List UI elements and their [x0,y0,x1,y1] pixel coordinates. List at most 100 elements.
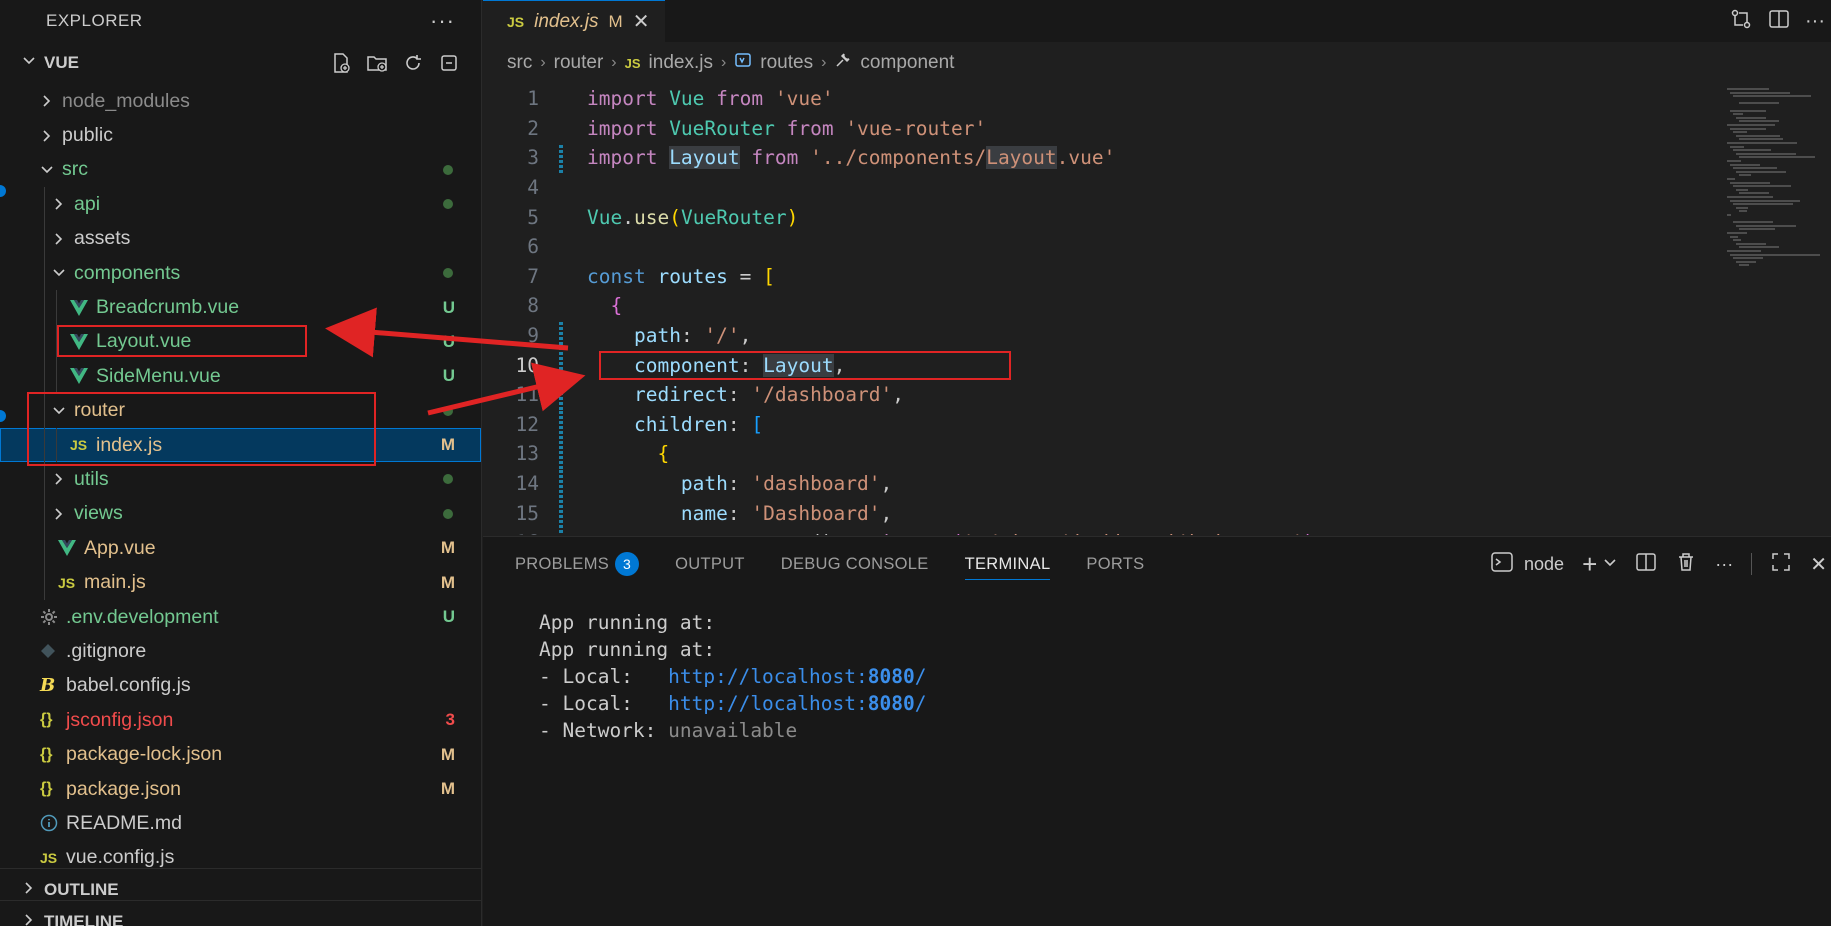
more-actions-icon[interactable]: ··· [1805,10,1825,33]
gear-icon [40,608,66,626]
code-line[interactable]: 14 path: 'dashboard', [483,468,1713,499]
new-file-icon[interactable] [329,51,353,75]
indent-guide [44,324,45,360]
new-terminal-icon[interactable]: + [1582,549,1597,580]
panel-tab-ports[interactable]: PORTS [1086,537,1144,591]
close-panel-icon[interactable]: ✕ [1810,552,1827,577]
code-line[interactable]: 2 import VueRouter from 'vue-router' [483,114,1713,144]
code-editor[interactable]: 1 import Vue from 'vue' 2 import VueRouter … [483,84,1713,535]
collapse-all-icon[interactable] [437,51,461,75]
terminal-link[interactable]: 8080 [868,692,915,715]
code-line[interactable]: 4 [483,173,1713,203]
tree-file[interactable]: {} jsconfig.json 3 [0,703,481,737]
terminal-link[interactable]: / [915,692,927,715]
code-line[interactable]: 7 const routes = [ [483,262,1713,292]
breadcrumb-component[interactable]: component [860,52,954,74]
minimap-line [1736,206,1748,209]
tree-folder[interactable]: api [0,187,481,222]
tree-file[interactable]: App.vue M [0,531,481,566]
panel-tab-label: OUTPUT [675,554,745,573]
breadcrumb-src[interactable]: src [507,52,532,74]
tree-file[interactable]: Breadcrumb.vue U [0,290,481,325]
more-actions-icon[interactable]: ··· [430,8,455,34]
code-line[interactable]: 15 name: 'Dashboard', [483,498,1713,528]
code-line[interactable]: 9 path: '/', [483,320,1713,351]
terminal-name[interactable]: node [1524,554,1564,575]
minimap-line [1733,95,1811,98]
panel-tab-terminal[interactable]: TERMINAL [964,550,1051,580]
tree-folder[interactable]: src [0,153,481,187]
code-line[interactable]: 6 [483,232,1713,262]
minimap-line [1736,242,1766,245]
tree-file[interactable]: SideMenu.vue U [0,359,481,394]
vue-file-icon [70,299,96,316]
minimap[interactable] [1713,84,1831,535]
panel-tab-label: DEBUG CONSOLE [780,554,929,573]
code-line[interactable]: 3 import Layout from '../components/Layou… [483,143,1713,173]
code-line[interactable]: 5 Vue.use(VueRouter) [483,202,1713,232]
minimap-line [1733,239,1741,242]
tree-item-label: babel.config.js [66,674,191,697]
tree-folder[interactable]: views [0,496,481,532]
code-line[interactable]: 12 children: [ [483,409,1713,440]
line-number: 8 [527,294,539,318]
indent-guide [44,255,45,291]
breadcrumb-router[interactable]: router [554,52,604,74]
tree-file[interactable]: .env.development U [0,600,481,634]
tree-folder[interactable]: components [0,255,481,291]
tree-file[interactable]: .gitignore [0,634,481,668]
code-text: path: '/', [587,324,751,347]
tree-folder[interactable]: public [0,118,481,152]
tree-folder[interactable]: node_modules [0,84,481,118]
code-token: import [587,116,670,140]
panel-tab-output[interactable]: OUTPUT [675,537,745,591]
minimap-line [1730,127,1766,130]
compare-changes-icon[interactable] [1729,7,1753,36]
new-folder-icon[interactable] [365,51,389,75]
code-line[interactable]: 8 { [483,291,1713,321]
status-dot [443,474,453,485]
timeline-section[interactable]: TIMELINE [0,900,481,926]
code-text: path: 'dashboard', [587,472,892,495]
code-token: : [727,383,752,407]
chevron-down-icon[interactable] [1603,554,1617,575]
git-status-badge: U [442,366,455,386]
editor-tab-index-js[interactable]: JS index.js M ✕ [483,0,665,42]
terminal-link[interactable]: / [915,665,927,688]
js-file-icon: JS [624,55,641,71]
tree-folder[interactable]: utils [0,462,481,497]
minimap-line [1739,156,1815,159]
code-line[interactable]: 16 component: () => import('@/views/dash… [483,527,1713,535]
terminal-link[interactable]: http://localhost: [668,665,868,688]
code-line[interactable]: 13 { [483,439,1713,469]
code-line[interactable]: 1 import Vue from 'vue' [483,84,1713,114]
close-tab-icon[interactable]: ✕ [633,9,650,34]
terminal-icon[interactable] [1490,551,1514,578]
terminal-link[interactable]: http://localhost: [668,692,868,715]
workspace-section-header[interactable]: VUE [0,42,481,84]
git-status-badge: U [442,607,455,627]
terminal-link[interactable]: 8080 [868,665,915,688]
tree-file[interactable]: {} package.json M [0,772,481,806]
terminal-output[interactable]: App running at: App running at: - Local: h… [539,611,926,746]
tree-folder[interactable]: assets [0,221,481,256]
tree-file[interactable]: {} package-lock.json M [0,737,481,771]
js-file-icon: JS [507,13,525,30]
code-token: = [727,264,764,288]
split-terminal-icon[interactable] [1635,551,1657,578]
maximize-panel-icon[interactable] [1770,551,1792,578]
tree-file[interactable]: README.md [0,806,481,840]
split-editor-icon[interactable] [1767,7,1791,36]
refresh-icon[interactable] [401,51,425,75]
more-actions-icon[interactable]: ··· [1715,554,1733,575]
panel-tab-debug-console[interactable]: DEBUG CONSOLE [781,537,929,591]
code-line[interactable]: 11 redirect: '/dashboard', [483,379,1713,410]
breadcrumb-index-js[interactable]: index.js [649,52,713,74]
trash-icon[interactable] [1675,551,1697,578]
panel-tab-problems[interactable]: PROBLEMS 3 [515,537,640,591]
workspace-name: VUE [44,53,79,72]
tree-file[interactable]: Bbabel.config.js [0,669,481,703]
breadcrumb-routes[interactable]: routes [760,52,813,74]
tree-file[interactable]: JS main.js M [0,565,481,600]
